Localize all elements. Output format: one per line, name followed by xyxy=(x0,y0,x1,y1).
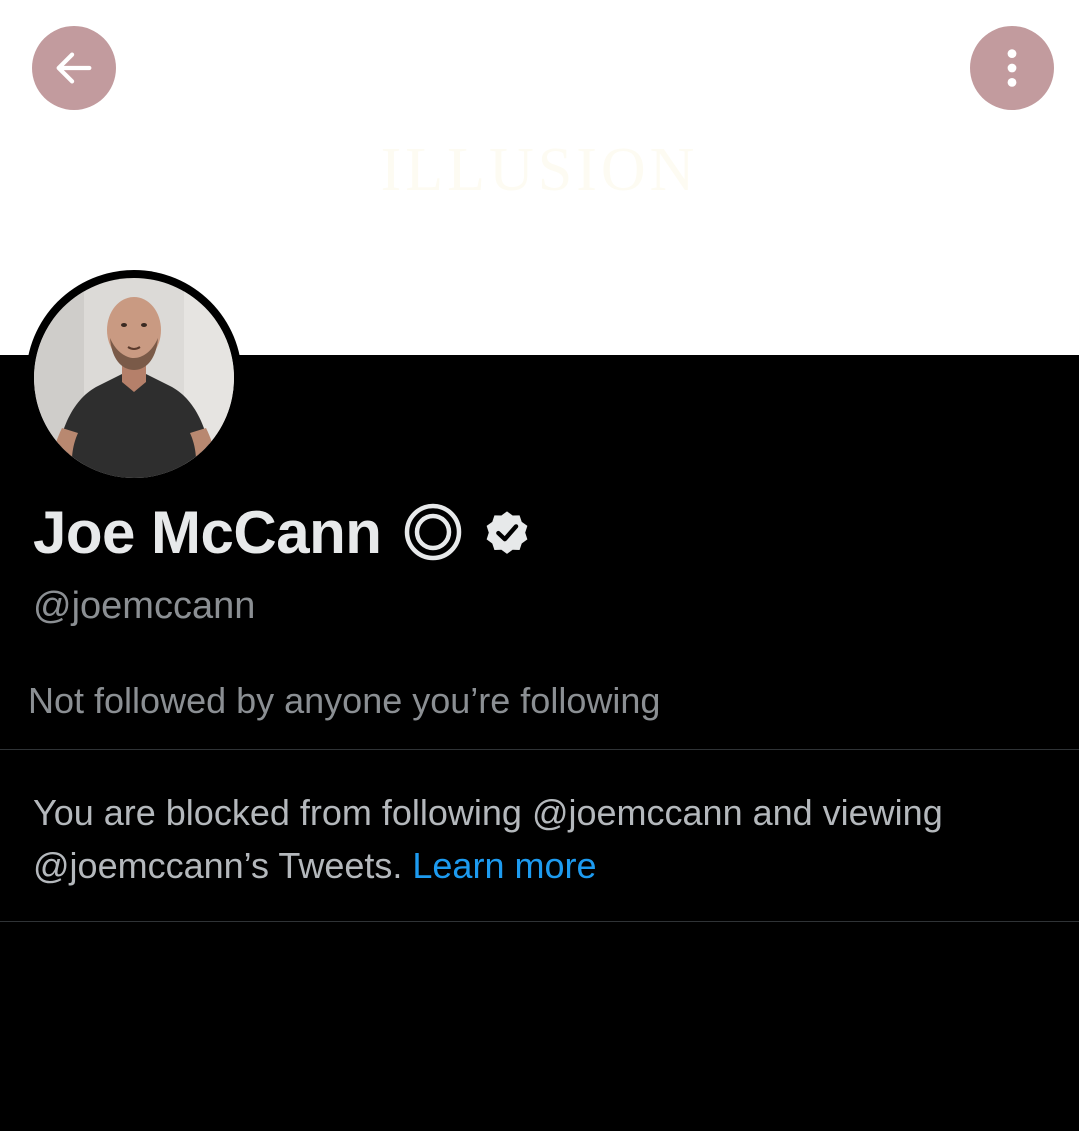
profile-handle: @joemccann xyxy=(33,585,256,627)
divider xyxy=(0,749,1079,750)
blocked-notice: You are blocked from following @joemccan… xyxy=(33,786,1043,892)
profile-page: ILLUSION Joe McCann @joemccann Not follo… xyxy=(0,0,1079,1131)
divider xyxy=(0,921,1079,922)
display-name: Joe McCann xyxy=(33,498,382,566)
banner-text: ILLUSION xyxy=(380,136,699,204)
verified-badge-icon[interactable] xyxy=(481,506,533,558)
ring-icon xyxy=(405,503,462,561)
more-vertical-icon xyxy=(1007,49,1017,87)
avatar[interactable] xyxy=(26,270,242,486)
arrow-left-icon xyxy=(56,52,92,84)
more-options-button[interactable] xyxy=(970,26,1054,110)
followers-you-know[interactable]: Not followed by anyone you’re following xyxy=(28,680,660,722)
profile-name-row: Joe McCann xyxy=(33,496,533,568)
back-button[interactable] xyxy=(32,26,116,110)
profile-photo xyxy=(34,278,234,478)
learn-more-link[interactable]: Learn more xyxy=(412,845,596,886)
